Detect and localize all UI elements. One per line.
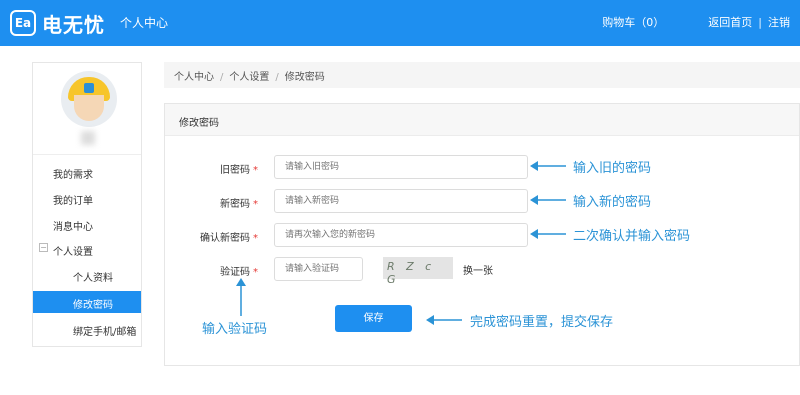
new-password-label: 新密码 * xyxy=(220,199,258,210)
sidebar-item-label: 修改密码 xyxy=(73,300,113,311)
old-password-input[interactable] xyxy=(274,155,528,179)
avatar-shadow xyxy=(81,131,95,145)
logo-icon: Ea xyxy=(10,10,36,36)
save-button[interactable]: 保存 xyxy=(335,305,412,332)
logo-text: 电无忧 xyxy=(42,12,105,37)
required-mark: * xyxy=(253,165,258,176)
home-link[interactable]: 返回首页 xyxy=(708,14,752,30)
sidebar-item-messages[interactable]: 消息中心 xyxy=(33,215,141,233)
confirm-password-label: 确认新密码 * xyxy=(200,233,258,244)
required-mark: * xyxy=(253,233,258,244)
cart-link[interactable]: 购物车（0） xyxy=(602,14,664,30)
annotation-confirm-password: 二次确认并输入密码 xyxy=(573,229,691,244)
required-mark: * xyxy=(253,199,258,210)
arrow-left-icon xyxy=(426,315,462,325)
breadcrumb: 个人中心 / 个人设置 / 修改密码 xyxy=(164,62,800,88)
old-password-label: 旧密码 * xyxy=(220,165,258,176)
sidebar-item-profile[interactable]: 个人资料 xyxy=(33,265,141,285)
header-links: 购物车（0） 返回首页 | 注销 xyxy=(602,14,790,30)
page-title: 个人中心 xyxy=(120,16,169,30)
sidebar-group-label: 个人设置 xyxy=(53,247,93,258)
sidebar-item-label: 个人资料 xyxy=(73,273,113,284)
face-icon xyxy=(74,95,104,121)
sidebar-item-label: 绑定手机/邮箱 xyxy=(73,327,137,338)
collapse-icon[interactable]: − xyxy=(39,243,48,252)
confirm-password-input[interactable] xyxy=(274,223,528,247)
captcha-input[interactable] xyxy=(274,257,363,281)
sidebar: 我的需求 我的订单 消息中心 − 个人设置 个人资料 修改密码 绑定手机/邮箱 xyxy=(32,62,142,347)
avatar[interactable] xyxy=(61,71,117,127)
breadcrumb-divider: / xyxy=(275,72,279,83)
captcha-image[interactable]: R Z c G xyxy=(383,257,453,286)
annotation-captcha: 输入验证码 xyxy=(202,322,268,337)
helmet-badge-icon xyxy=(84,83,94,93)
breadcrumb-item[interactable]: 个人设置 xyxy=(229,72,269,83)
top-navbar: Ea 电无忧 个人中心 购物车（0） 返回首页 | 注销 xyxy=(0,0,800,46)
annotation-new-password: 输入新的密码 xyxy=(573,195,652,210)
logout-link[interactable]: 注销 xyxy=(768,14,790,30)
refresh-captcha-link[interactable]: 换一张 xyxy=(463,262,493,277)
avatar-section xyxy=(33,63,141,155)
new-password-input[interactable] xyxy=(274,189,528,213)
sidebar-item-label: 我的订单 xyxy=(53,196,93,207)
required-mark: * xyxy=(253,267,258,278)
sidebar-item-requirements[interactable]: 我的需求 xyxy=(33,163,141,181)
sidebar-item-orders[interactable]: 我的订单 xyxy=(33,189,141,207)
sidebar-item-change-password[interactable]: 修改密码 xyxy=(33,291,141,313)
panel-title: 修改密码 xyxy=(165,104,799,136)
annotation-old-password: 输入旧的密码 xyxy=(573,161,652,176)
header-divider: | xyxy=(758,15,762,29)
breadcrumb-divider: / xyxy=(220,72,224,83)
arrow-left-icon xyxy=(530,195,566,205)
logo[interactable]: Ea 电无忧 xyxy=(10,8,105,38)
arrow-up-icon xyxy=(236,278,246,316)
sidebar-item-label: 我的需求 xyxy=(53,170,93,181)
breadcrumb-item[interactable]: 个人中心 xyxy=(174,72,214,83)
sidebar-item-bind-phone-email[interactable]: 绑定手机/邮箱 xyxy=(33,319,141,339)
sidebar-item-label: 消息中心 xyxy=(53,222,93,233)
sidebar-group-settings[interactable]: − 个人设置 xyxy=(33,241,141,259)
arrow-left-icon xyxy=(530,161,566,171)
breadcrumb-current: 修改密码 xyxy=(284,72,325,83)
annotation-save: 完成密码重置，提交保存 xyxy=(470,315,614,330)
arrow-left-icon xyxy=(530,229,566,239)
